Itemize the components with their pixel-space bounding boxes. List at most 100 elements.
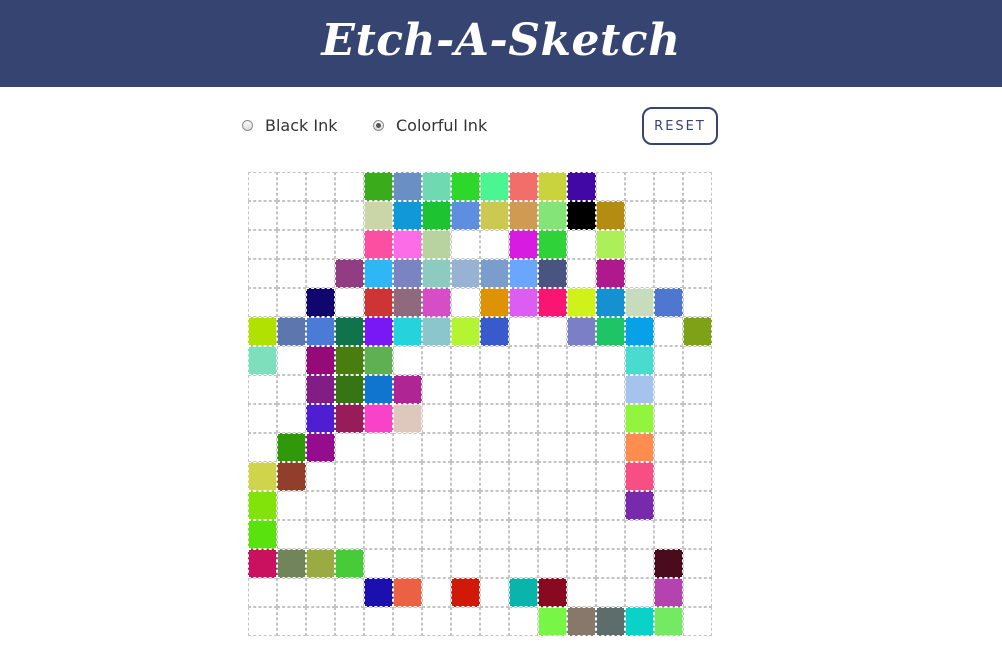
- grid-cell[interactable]: [422, 462, 451, 491]
- grid-cell[interactable]: [364, 549, 393, 578]
- grid-cell[interactable]: [654, 607, 683, 636]
- grid-cell[interactable]: [248, 317, 277, 346]
- grid-cell[interactable]: [683, 578, 712, 607]
- grid-cell[interactable]: [567, 549, 596, 578]
- grid-cell[interactable]: [277, 288, 306, 317]
- grid-cell[interactable]: [422, 433, 451, 462]
- grid-cell[interactable]: [451, 491, 480, 520]
- grid-cell[interactable]: [654, 230, 683, 259]
- grid-cell[interactable]: [596, 259, 625, 288]
- grid-cell[interactable]: [538, 433, 567, 462]
- grid-cell[interactable]: [596, 404, 625, 433]
- grid-cell[interactable]: [451, 317, 480, 346]
- grid-cell[interactable]: [625, 491, 654, 520]
- grid-cell[interactable]: [625, 201, 654, 230]
- grid-cell[interactable]: [683, 259, 712, 288]
- grid-cell[interactable]: [596, 607, 625, 636]
- grid-cell[interactable]: [306, 375, 335, 404]
- grid-cell[interactable]: [306, 491, 335, 520]
- grid-cell[interactable]: [596, 462, 625, 491]
- grid-cell[interactable]: [364, 462, 393, 491]
- grid-cell[interactable]: [277, 578, 306, 607]
- grid-cell[interactable]: [509, 259, 538, 288]
- grid-cell[interactable]: [509, 288, 538, 317]
- grid-cell[interactable]: [364, 433, 393, 462]
- grid-cell[interactable]: [451, 404, 480, 433]
- grid-cell[interactable]: [335, 491, 364, 520]
- grid-cell[interactable]: [306, 520, 335, 549]
- grid-cell[interactable]: [364, 172, 393, 201]
- grid-cell[interactable]: [509, 172, 538, 201]
- grid-cell[interactable]: [625, 288, 654, 317]
- grid-cell[interactable]: [538, 404, 567, 433]
- grid-cell[interactable]: [277, 462, 306, 491]
- grid-cell[interactable]: [538, 578, 567, 607]
- grid-cell[interactable]: [364, 607, 393, 636]
- grid-cell[interactable]: [509, 462, 538, 491]
- grid-cell[interactable]: [625, 404, 654, 433]
- grid-cell[interactable]: [451, 375, 480, 404]
- grid-cell[interactable]: [393, 259, 422, 288]
- grid-cell[interactable]: [335, 375, 364, 404]
- grid-cell[interactable]: [306, 404, 335, 433]
- grid-cell[interactable]: [625, 172, 654, 201]
- grid-cell[interactable]: [538, 230, 567, 259]
- grid-cell[interactable]: [393, 230, 422, 259]
- grid-cell[interactable]: [567, 346, 596, 375]
- grid-cell[interactable]: [683, 607, 712, 636]
- grid-cell[interactable]: [654, 491, 683, 520]
- grid-cell[interactable]: [567, 491, 596, 520]
- grid-cell[interactable]: [567, 201, 596, 230]
- grid-cell[interactable]: [306, 607, 335, 636]
- grid-cell[interactable]: [393, 201, 422, 230]
- grid-cell[interactable]: [567, 375, 596, 404]
- grid-cell[interactable]: [625, 433, 654, 462]
- grid-cell[interactable]: [509, 520, 538, 549]
- grid-cell[interactable]: [625, 346, 654, 375]
- grid-cell[interactable]: [248, 375, 277, 404]
- grid-cell[interactable]: [393, 404, 422, 433]
- sketch-grid[interactable]: [248, 172, 712, 636]
- grid-cell[interactable]: [422, 578, 451, 607]
- grid-cell[interactable]: [422, 404, 451, 433]
- grid-cell[interactable]: [480, 259, 509, 288]
- grid-cell[interactable]: [422, 172, 451, 201]
- grid-cell[interactable]: [277, 607, 306, 636]
- grid-cell[interactable]: [393, 491, 422, 520]
- grid-cell[interactable]: [335, 607, 364, 636]
- grid-cell[interactable]: [538, 549, 567, 578]
- grid-cell[interactable]: [596, 288, 625, 317]
- grid-cell[interactable]: [364, 230, 393, 259]
- grid-cell[interactable]: [567, 404, 596, 433]
- grid-cell[interactable]: [509, 404, 538, 433]
- grid-cell[interactable]: [654, 549, 683, 578]
- grid-cell[interactable]: [364, 317, 393, 346]
- grid-cell[interactable]: [248, 433, 277, 462]
- grid-cell[interactable]: [509, 230, 538, 259]
- grid-cell[interactable]: [480, 404, 509, 433]
- grid-cell[interactable]: [277, 230, 306, 259]
- grid-cell[interactable]: [683, 317, 712, 346]
- grid-cell[interactable]: [509, 433, 538, 462]
- grid-cell[interactable]: [364, 375, 393, 404]
- grid-cell[interactable]: [277, 491, 306, 520]
- grid-cell[interactable]: [277, 549, 306, 578]
- colorful-ink-option[interactable]: Colorful Ink: [373, 116, 487, 135]
- grid-cell[interactable]: [567, 607, 596, 636]
- grid-cell[interactable]: [306, 433, 335, 462]
- grid-cell[interactable]: [683, 346, 712, 375]
- grid-cell[interactable]: [480, 172, 509, 201]
- grid-cell[interactable]: [538, 462, 567, 491]
- grid-cell[interactable]: [306, 317, 335, 346]
- grid-cell[interactable]: [393, 520, 422, 549]
- grid-cell[interactable]: [683, 172, 712, 201]
- grid-cell[interactable]: [306, 549, 335, 578]
- grid-cell[interactable]: [277, 346, 306, 375]
- grid-cell[interactable]: [364, 288, 393, 317]
- grid-cell[interactable]: [248, 462, 277, 491]
- grid-cell[interactable]: [277, 259, 306, 288]
- grid-cell[interactable]: [277, 375, 306, 404]
- grid-cell[interactable]: [625, 549, 654, 578]
- grid-cell[interactable]: [480, 230, 509, 259]
- grid-cell[interactable]: [480, 288, 509, 317]
